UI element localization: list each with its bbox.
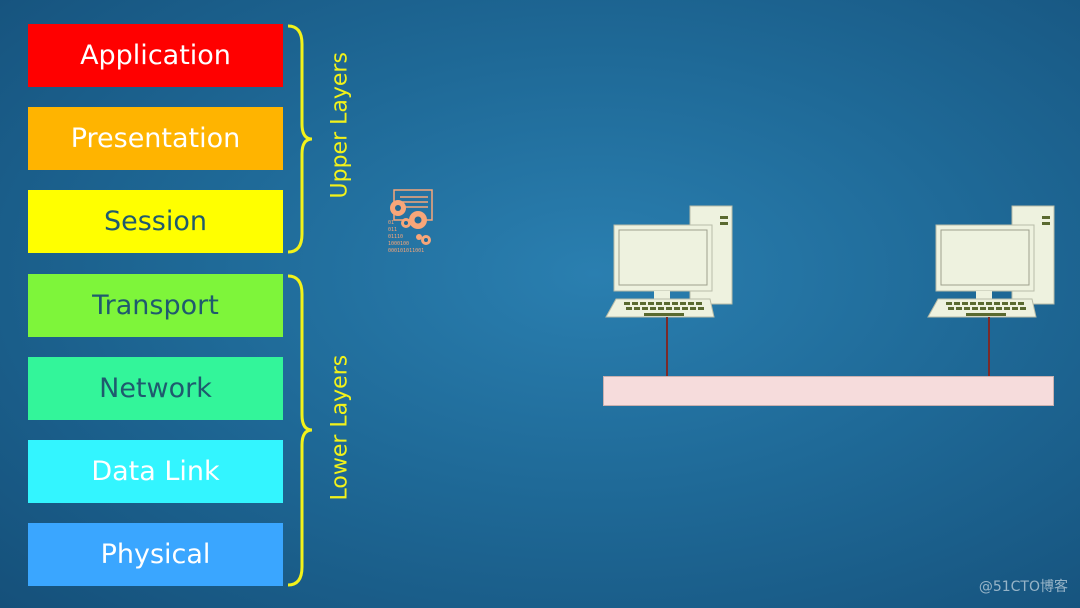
layer-label: Application bbox=[80, 40, 231, 71]
desktop-computer-icon bbox=[605, 205, 733, 376]
layer-data-link: Data Link bbox=[28, 440, 283, 503]
layer-physical: Physical bbox=[28, 523, 283, 586]
network-bus bbox=[603, 376, 1054, 406]
svg-text:01: 01 bbox=[388, 220, 394, 226]
svg-text:011: 011 bbox=[388, 227, 397, 233]
svg-text:1000100: 1000100 bbox=[388, 241, 409, 247]
watermark: @51CTO博客 bbox=[978, 579, 1068, 595]
layer-session: Session bbox=[28, 190, 283, 253]
svg-text:000101011001: 000101011001 bbox=[388, 248, 424, 254]
layer-label: Network bbox=[99, 373, 212, 404]
desktop-computer-icon bbox=[927, 205, 1055, 376]
layer-label: Transport bbox=[92, 290, 219, 321]
layer-label: Session bbox=[103, 206, 208, 237]
gears-binary-document-icon: 01011011101000100000101011001 bbox=[388, 189, 433, 254]
layer-application: Application bbox=[28, 24, 283, 87]
layer-label: Physical bbox=[100, 539, 211, 570]
upper-layers-brace bbox=[287, 24, 313, 254]
layer-network: Network bbox=[28, 357, 283, 420]
layer-presentation: Presentation bbox=[28, 107, 283, 170]
lower-layers-brace bbox=[287, 274, 313, 587]
layer-transport: Transport bbox=[28, 274, 283, 337]
upper-layers-label: Upper Layers bbox=[327, 52, 353, 199]
layer-label: Data Link bbox=[91, 456, 220, 487]
lower-layers-label: Lower Layers bbox=[327, 354, 353, 501]
layer-label: Presentation bbox=[70, 123, 241, 154]
svg-text:01110: 01110 bbox=[388, 234, 403, 240]
